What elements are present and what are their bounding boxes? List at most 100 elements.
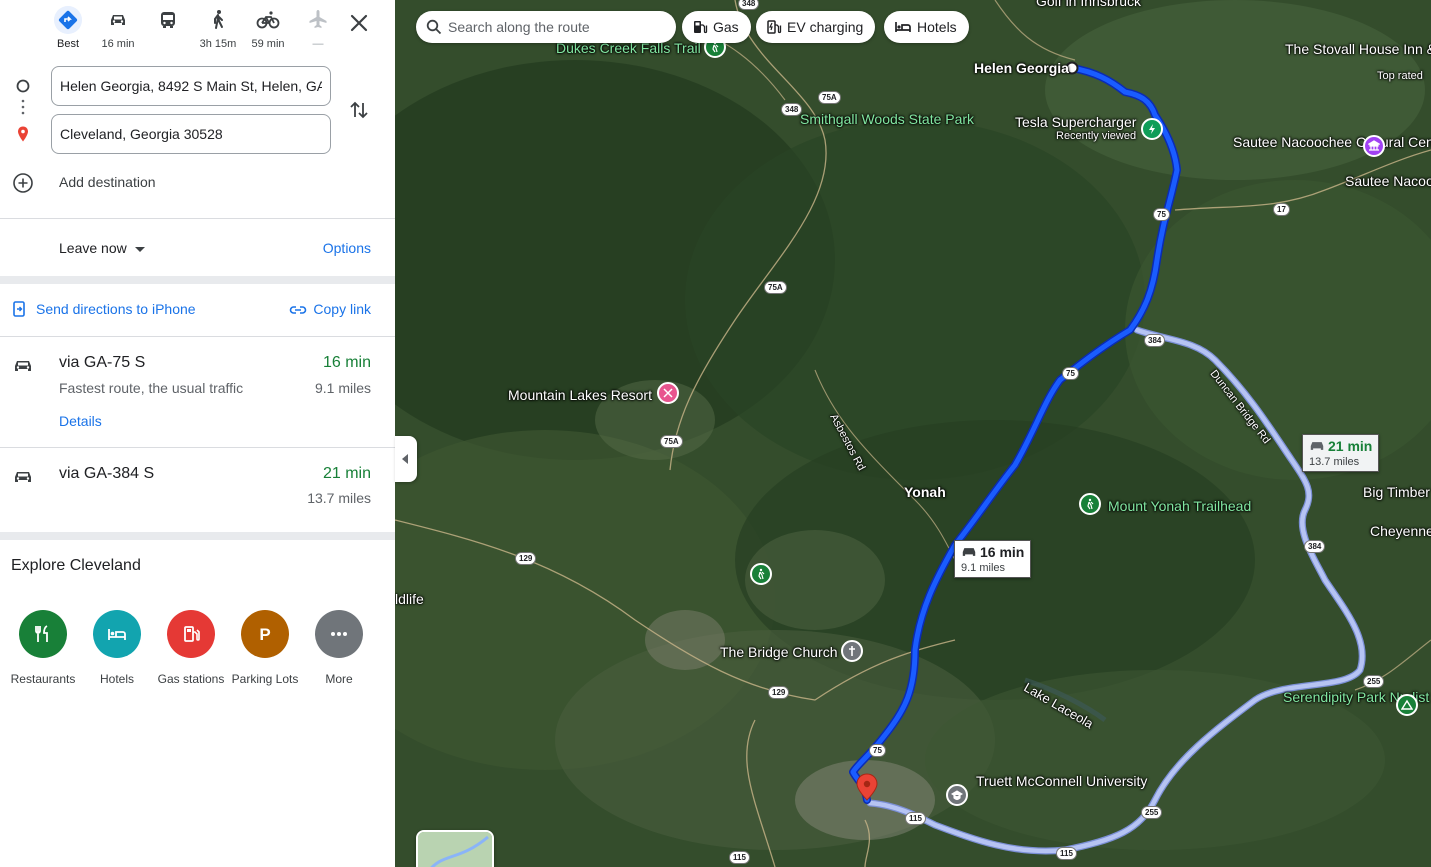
layers-thumbnail-icon bbox=[418, 832, 492, 867]
travel-mode-bar: Best 16 min 3h 15m 59 min — bbox=[46, 6, 395, 54]
map-label-mt-yonah-trail[interactable]: Mount Yonah Trailhead bbox=[1108, 498, 1251, 514]
route-shield: 129 bbox=[768, 686, 790, 699]
map-label-mountain-lakes[interactable]: Mountain Lakes Resort bbox=[508, 387, 652, 403]
add-circle-icon bbox=[13, 173, 33, 193]
mode-flight[interactable]: — bbox=[296, 6, 340, 54]
parking-icon: P bbox=[241, 610, 289, 658]
route-distance: 13.7 miles bbox=[307, 490, 371, 506]
map-layers-button[interactable] bbox=[416, 830, 494, 867]
category-label: Gas stations bbox=[157, 672, 225, 686]
map-label-big-timber[interactable]: Big Timber bbox=[1363, 484, 1430, 500]
collapse-panel-button[interactable] bbox=[395, 436, 417, 482]
mode-cycling[interactable]: 59 min bbox=[246, 6, 290, 54]
car-icon bbox=[111, 15, 125, 25]
route-time: 16 min bbox=[322, 354, 371, 371]
route-shield: 115 bbox=[905, 812, 926, 825]
search-along-route-input[interactable]: Search along the route bbox=[416, 11, 676, 43]
send-to-phone-link[interactable]: Send directions to iPhone bbox=[12, 301, 196, 317]
category-hotels[interactable]: Hotels bbox=[80, 610, 154, 687]
destination-pin-icon bbox=[18, 126, 28, 142]
category-restaurants[interactable]: Restaurants bbox=[6, 610, 80, 687]
origin-input[interactable] bbox=[51, 66, 331, 106]
route-callout-alt[interactable]: 21 min 13.7 miles bbox=[1302, 434, 1380, 472]
section-divider bbox=[0, 532, 395, 540]
map-label-cheyenne[interactable]: Cheyenne Riding A bbox=[1370, 524, 1431, 539]
map-label-bridge-church[interactable]: The Bridge Church bbox=[720, 644, 838, 660]
map-label-sautee[interactable]: Sautee Nacoochee bbox=[1345, 174, 1431, 189]
route-name: via GA-75 S bbox=[59, 354, 146, 371]
category-parking[interactable]: P Parking Lots bbox=[228, 610, 302, 687]
walk-icon bbox=[214, 10, 223, 29]
route-shield: 384 bbox=[1304, 540, 1326, 553]
map-label-wildlife: ldlife bbox=[395, 591, 424, 607]
route-shield: 17 bbox=[1273, 203, 1290, 216]
map-label-serendipity[interactable]: Serendipity Park Nudist Resort bbox=[1283, 690, 1431, 705]
chip-label: EV charging bbox=[787, 19, 864, 35]
route-shield: 348 bbox=[738, 0, 760, 10]
route-shield: 255 bbox=[1363, 675, 1385, 688]
route-callout-time: 21 min bbox=[1328, 438, 1373, 454]
map-label-yonah[interactable]: Yonah bbox=[904, 484, 946, 500]
resort-icon[interactable] bbox=[657, 382, 679, 404]
route-callout-time: 16 min bbox=[980, 544, 1025, 560]
add-destination-button[interactable]: Add destination bbox=[0, 168, 220, 196]
search-icon bbox=[426, 19, 442, 35]
explore-title: Explore Cleveland bbox=[11, 557, 141, 574]
school-icon[interactable] bbox=[946, 784, 968, 806]
airplane-icon bbox=[309, 10, 327, 28]
route-callout-main[interactable]: 16 min 9.1 miles bbox=[954, 540, 1032, 578]
route-option-ga75[interactable]: via GA-75 S Fastest route, the usual tra… bbox=[0, 337, 395, 447]
close-directions-icon[interactable] bbox=[346, 10, 372, 36]
mode-best-label: Best bbox=[56, 38, 79, 50]
destination-input[interactable] bbox=[51, 114, 331, 154]
chip-ev-charging[interactable]: EV charging bbox=[756, 11, 876, 43]
hiking-icon[interactable] bbox=[1079, 493, 1101, 515]
hiking-icon[interactable] bbox=[750, 563, 772, 585]
route-shield: 75 bbox=[1062, 367, 1079, 380]
chip-hotels[interactable]: Hotels bbox=[884, 11, 969, 43]
route-shield: 255 bbox=[1141, 806, 1163, 819]
car-icon bbox=[15, 472, 31, 482]
church-icon[interactable] bbox=[841, 640, 863, 662]
category-label: Hotels bbox=[99, 672, 134, 686]
map-label-sautee-center[interactable]: Sautee Nacoochee Cultural Center bbox=[1233, 135, 1431, 149]
map-label-stovall[interactable]: The Stovall House Inn & Events bbox=[1285, 42, 1431, 56]
mode-cycling-label: 59 min bbox=[251, 38, 285, 50]
route-details-link[interactable]: Details bbox=[59, 413, 102, 429]
ev-charger-icon[interactable] bbox=[1141, 118, 1163, 140]
car-icon bbox=[15, 361, 31, 371]
campground-icon[interactable] bbox=[1396, 694, 1418, 716]
chip-gas[interactable]: Gas bbox=[682, 11, 751, 43]
mode-driving[interactable]: 16 min bbox=[96, 6, 140, 54]
route-time: 21 min bbox=[322, 465, 371, 482]
category-label: Parking Lots bbox=[231, 672, 299, 686]
map-label-helen[interactable]: Helen Georgia bbox=[974, 60, 1069, 76]
car-icon bbox=[1310, 442, 1324, 450]
map-label-tesla[interactable]: Tesla Supercharger bbox=[1015, 114, 1136, 130]
map-label-truett[interactable]: Truett McConnell University bbox=[976, 774, 1147, 788]
route-name: via GA-384 S bbox=[59, 465, 155, 482]
route-distance: 9.1 miles bbox=[314, 380, 371, 396]
options-link[interactable]: Options bbox=[323, 240, 371, 256]
swap-waypoints-icon[interactable] bbox=[346, 97, 372, 123]
route-shield: 115 bbox=[1056, 847, 1077, 860]
map-canvas[interactable]: Golf in Innsbruck Helen Georgia Tesla Su… bbox=[395, 0, 1431, 867]
mode-walking[interactable]: 3h 15m bbox=[196, 6, 240, 54]
leave-now-dropdown[interactable]: Leave now bbox=[59, 240, 145, 256]
origin-circle-icon bbox=[16, 79, 30, 93]
destination-marker[interactable] bbox=[857, 772, 877, 802]
route-option-ga384[interactable]: via GA-384 S 21 min 13.7 miles bbox=[0, 448, 395, 532]
route-shield: 384 bbox=[1144, 334, 1166, 347]
map-label-innsbruck[interactable]: Golf in Innsbruck bbox=[1036, 0, 1141, 9]
route-description: Fastest route, the usual traffic bbox=[59, 380, 244, 396]
copy-link-button[interactable]: Copy link bbox=[289, 301, 371, 317]
chip-label: Hotels bbox=[917, 19, 957, 35]
museum-icon[interactable] bbox=[1363, 135, 1385, 157]
mode-best[interactable]: Best bbox=[46, 6, 90, 54]
route-shield: 75 bbox=[1153, 208, 1170, 221]
mode-transit[interactable] bbox=[146, 6, 190, 54]
map-label-smithgall[interactable]: Smithgall Woods State Park bbox=[800, 112, 974, 127]
category-more[interactable]: More bbox=[302, 610, 376, 687]
bed-icon bbox=[895, 22, 911, 32]
category-gas-stations[interactable]: Gas stations bbox=[154, 610, 228, 687]
